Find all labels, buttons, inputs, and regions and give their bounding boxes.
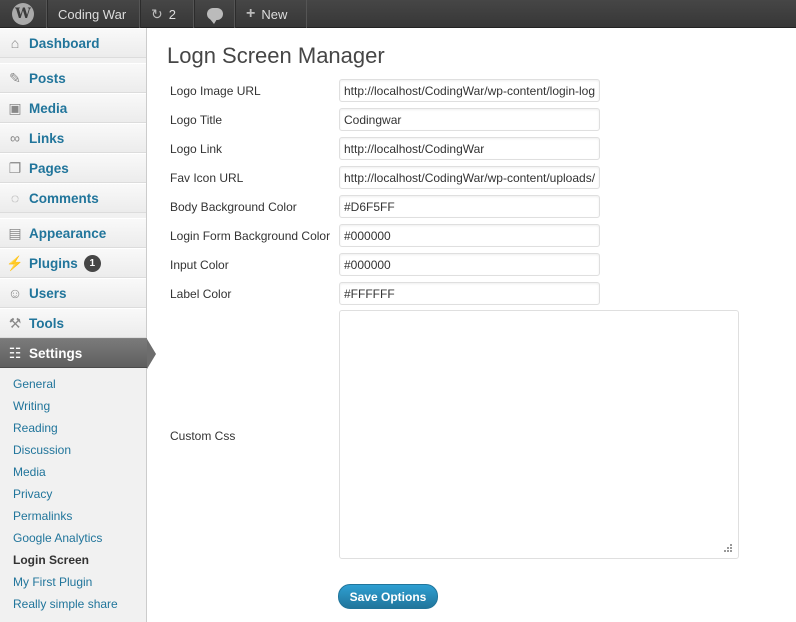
logo-link-label: Logo Link [170, 142, 223, 156]
settings-icon: ☷ [8, 344, 22, 361]
appearance-icon: ▤ [8, 224, 22, 241]
updates-link[interactable]: ↻ 2 [140, 0, 194, 28]
sidebar-item-label: Dashboard [29, 35, 100, 51]
sidebar-item-tools[interactable]: ⚒ Tools [0, 308, 146, 338]
sidebar-item-label: Plugins [29, 255, 78, 271]
sidebar-item-appearance[interactable]: ▤ Appearance [0, 218, 146, 248]
wordpress-logo-button[interactable]: W [0, 0, 47, 28]
submenu-my-first-plugin[interactable]: My First Plugin [13, 575, 92, 589]
sidebar-item-label: Tools [29, 315, 64, 331]
sidebar-item-dashboard[interactable]: ⌂ Dashboard [0, 28, 146, 58]
site-name-link[interactable]: Coding War [47, 0, 140, 28]
sidebar-item-posts[interactable]: ✎ Posts [0, 63, 146, 93]
sidebar-item-label: Settings [29, 345, 83, 361]
tools-icon: ⚒ [8, 314, 22, 331]
comments-link[interactable] [194, 0, 235, 28]
comment-icon: ◌ [10, 190, 20, 206]
wordpress-logo-icon: W [12, 3, 34, 25]
submenu-writing[interactable]: Writing [13, 399, 50, 413]
comment-bubble-icon [206, 8, 223, 24]
sidebar-item-label: Media [29, 100, 68, 116]
sidebar-item-label: Users [29, 285, 67, 301]
logo-image-url-label: Logo Image URL [170, 84, 261, 98]
updates-count: 2 [168, 6, 176, 22]
sidebar-item-settings[interactable]: ☷ Settings [0, 338, 147, 368]
fav-icon-url-input[interactable] [339, 166, 600, 189]
plus-icon: + [246, 5, 256, 22]
page-title: Logn Screen Manager [167, 43, 385, 68]
users-icon: ☺ [7, 285, 23, 301]
logo-title-label: Logo Title [170, 113, 223, 127]
pushpin-icon: ✎ [9, 69, 21, 86]
submenu-discussion[interactable]: Discussion [13, 443, 71, 457]
site-name-label: Coding War [58, 6, 127, 22]
submenu-privacy[interactable]: Privacy [13, 487, 52, 501]
submenu-media[interactable]: Media [13, 465, 46, 479]
new-content-link[interactable]: + New [235, 0, 307, 28]
submenu-really-simple-share[interactable]: Really simple share [13, 597, 118, 611]
sidebar-item-label: Links [29, 130, 65, 146]
sidebar-item-plugins[interactable]: ⚡ Plugins 1 [0, 248, 146, 278]
submenu-permalinks[interactable]: Permalinks [13, 509, 72, 523]
login-form-background-color-label: Login Form Background Color [170, 229, 331, 243]
submenu-reading[interactable]: Reading [13, 421, 58, 435]
body-background-color-label: Body Background Color [170, 200, 297, 214]
sidebar-item-label: Posts [29, 70, 66, 86]
sidebar-item-links[interactable]: ∞ Links [0, 123, 146, 153]
submenu-login-screen[interactable]: Login Screen [13, 553, 89, 567]
custom-css-textarea[interactable] [339, 310, 739, 559]
sidebar-item-label: Appearance [29, 225, 107, 241]
sidebar-item-comments[interactable]: ◌ Comments [0, 183, 146, 213]
submenu-google-analytics[interactable]: Google Analytics [13, 531, 102, 545]
sidebar-item-media[interactable]: ▣ Media [0, 93, 146, 123]
admin-bar: W Coding War ↻ 2 + New [0, 0, 796, 28]
submenu-general[interactable]: General [13, 377, 56, 391]
new-label: New [261, 6, 288, 22]
logo-title-input[interactable] [339, 108, 600, 131]
fav-icon-url-label: Fav Icon URL [170, 171, 244, 185]
label-color-label: Label Color [170, 287, 232, 301]
resize-grip-icon[interactable] [721, 541, 733, 553]
sidebar-item-users[interactable]: ☺ Users [0, 278, 146, 308]
save-options-button[interactable]: Save Options [338, 584, 438, 609]
input-color-label: Input Color [170, 258, 229, 272]
refresh-icon: ↻ [151, 5, 163, 22]
plug-icon: ⚡ [6, 254, 24, 271]
sidebar-item-label: Pages [29, 160, 69, 176]
sidebar-item-pages[interactable]: ❐ Pages [0, 153, 146, 183]
sidebar-item-label: Comments [29, 190, 99, 206]
pages-icon: ❐ [8, 159, 22, 176]
current-menu-arrow [147, 339, 156, 369]
body-background-color-input[interactable] [339, 195, 600, 218]
link-icon: ∞ [10, 130, 20, 146]
house-icon: ⌂ [10, 35, 20, 51]
logo-image-url-input[interactable] [339, 79, 600, 102]
input-color-input[interactable] [339, 253, 600, 276]
logo-link-input[interactable] [339, 137, 600, 160]
label-color-input[interactable] [339, 282, 600, 305]
login-form-background-color-input[interactable] [339, 224, 600, 247]
custom-css-label: Custom Css [170, 429, 236, 443]
media-icon: ▣ [8, 99, 22, 116]
plugins-update-badge: 1 [83, 254, 101, 272]
